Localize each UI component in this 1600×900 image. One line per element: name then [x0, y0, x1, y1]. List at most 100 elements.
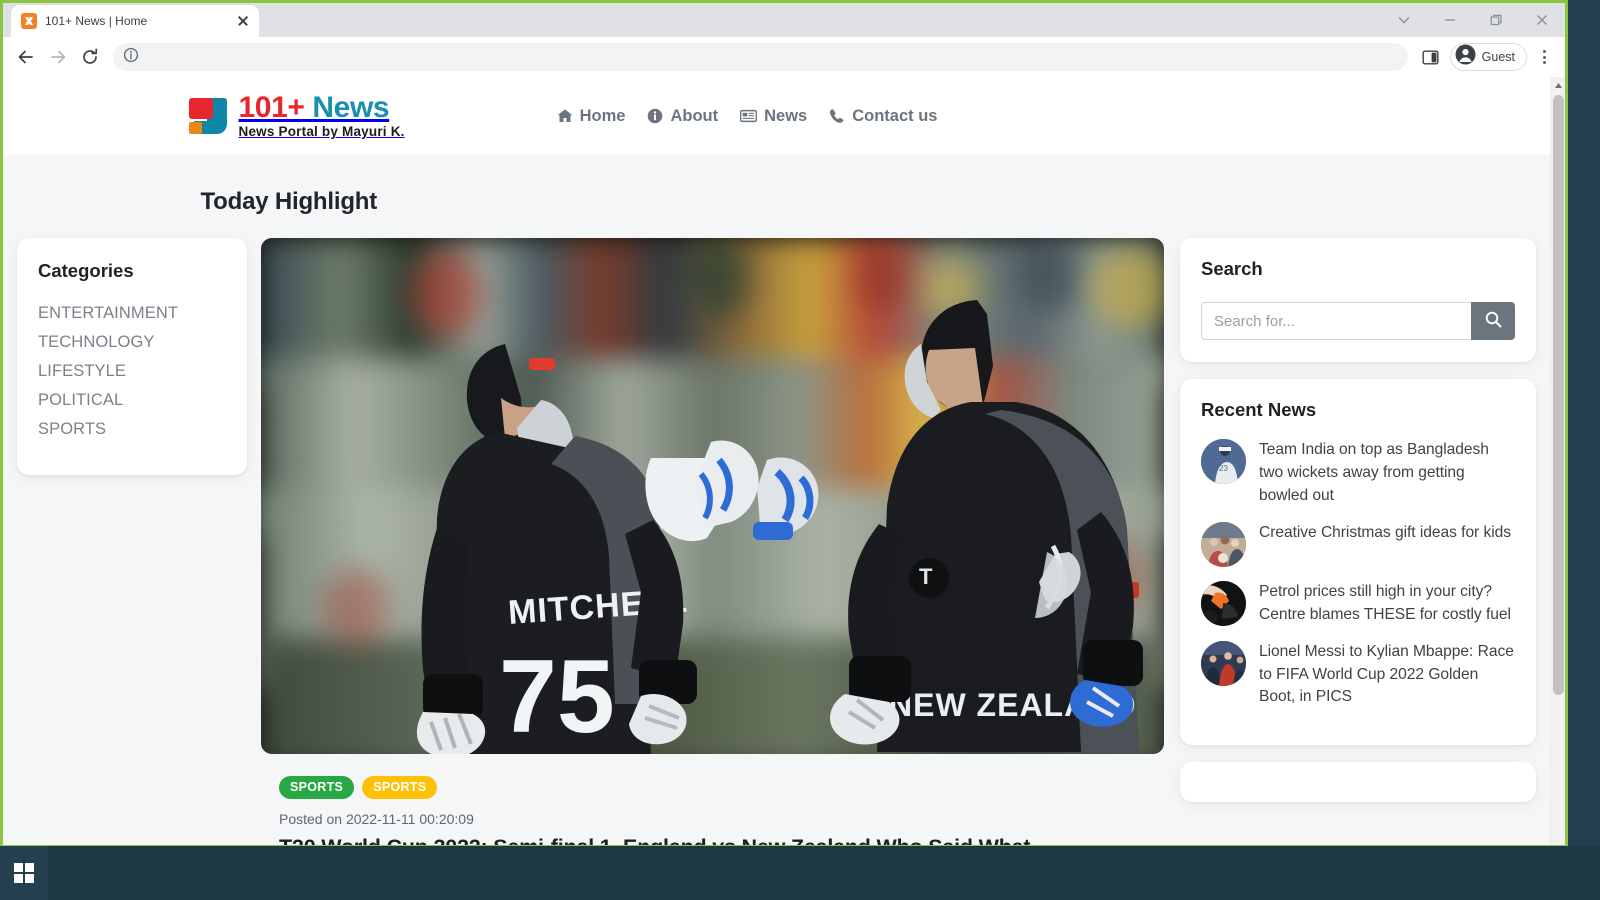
recent-news-headline: Lionel Messi to Kylian Mbappe: Race to F… — [1259, 642, 1514, 706]
search-title: Search — [1201, 258, 1263, 279]
recent-news-card: Recent News 23 Team India on top as Bang… — [1180, 379, 1536, 746]
site-logo[interactable]: 101+ News News Portal by Mayuri K. — [187, 90, 405, 140]
right-sidebar: Search Search for... Recent News 23 Team… — [1180, 238, 1536, 803]
nav-label-news: News — [764, 106, 808, 125]
svg-text:23: 23 — [1219, 464, 1228, 473]
logo-mark-icon — [187, 96, 230, 137]
categories-title: Categories — [38, 260, 134, 281]
xampp-favicon — [21, 13, 37, 29]
search-card: Search — [1180, 238, 1536, 362]
nav-item-about[interactable]: About — [647, 107, 718, 126]
gloves-fistbump — [645, 440, 819, 542]
status-badge[interactable]: SPORTS — [362, 776, 438, 799]
maximize-icon[interactable] — [1473, 3, 1519, 37]
site-header: 101+ News News Portal by Mayuri K. Home … — [3, 77, 1550, 155]
avatar: 23 — [1201, 439, 1246, 484]
list-item[interactable]: Lionel Messi to Kylian Mbappe: Race to F… — [1201, 640, 1515, 710]
info-circle-icon — [647, 108, 663, 124]
svg-text:T: T — [919, 564, 933, 589]
profile-button[interactable]: Guest — [1449, 43, 1527, 71]
browser-window: 101+ News | Home Guest 101+ News News Po… — [0, 0, 1568, 848]
page-body: Today Highlight Categories ENTERTAINMENT… — [3, 155, 1550, 845]
sidebar-item-political[interactable]: POLITICAL — [38, 391, 123, 409]
minimize-icon[interactable] — [1427, 3, 1473, 37]
search-button[interactable] — [1471, 302, 1515, 340]
nav-item-home[interactable]: Home — [557, 106, 626, 126]
batsman-right-figure: T NEW ZEALAND — [830, 300, 1143, 752]
phone-icon — [829, 108, 845, 124]
recent-news-headline: Team India on top as Bangladesh two wick… — [1259, 441, 1489, 504]
nav-item-contact[interactable]: Contact us — [829, 107, 937, 126]
article-posted-date: Posted on 2022-11-11 00:20:09 — [279, 811, 474, 827]
article-meta: SPORTS SPORTS Posted on 2022-11-11 00:20… — [261, 754, 1164, 845]
category-list: ENTERTAINMENT TECHNOLOGY LIFESTYLE POLIT… — [38, 304, 226, 439]
start-button[interactable] — [0, 846, 48, 900]
desktop: 101+ News | Home Guest 101+ News News Po… — [0, 0, 1600, 900]
sidebar-item-sports[interactable]: SPORTS — [38, 420, 106, 438]
categories-card: Categories ENTERTAINMENT TECHNOLOGY LIFE… — [17, 238, 247, 475]
back-icon[interactable] — [11, 42, 41, 72]
sidebar-item-lifestyle[interactable]: LIFESTYLE — [38, 362, 126, 380]
page-scrollbar[interactable] — [1550, 77, 1565, 845]
browser-toolbar: Guest — [3, 37, 1565, 77]
web-page: 101+ News News Portal by Mayuri K. Home … — [3, 77, 1550, 845]
avatar — [1201, 580, 1246, 626]
tab-title: 101+ News | Home — [45, 14, 148, 28]
scroll-up-icon[interactable] — [1551, 77, 1565, 93]
search-input[interactable] — [1201, 302, 1471, 340]
side-panel-icon[interactable] — [1416, 42, 1446, 72]
main-navigation: Home About News Contact us — [557, 106, 937, 126]
newspaper-icon — [740, 108, 758, 124]
window-controls — [1381, 3, 1565, 37]
page-viewport: 101+ News News Portal by Mayuri K. Home … — [3, 77, 1565, 845]
nav-item-news[interactable]: News — [740, 107, 807, 126]
list-item[interactable]: Creative Christmas gift ideas for kids — [1201, 521, 1515, 567]
profile-label: Guest — [1481, 50, 1515, 64]
main-content: MITCHELL 75 T NEW ZEALAND SPORTS SPORTS … — [261, 238, 1164, 845]
browser-menu-icon[interactable] — [1531, 42, 1557, 72]
list-item[interactable]: Petrol prices still high in your city? C… — [1201, 580, 1515, 627]
home-icon — [557, 108, 573, 124]
taskbar — [0, 846, 1600, 900]
nav-label-home: Home — [579, 106, 626, 125]
article-hero-image[interactable]: MITCHELL 75 T NEW ZEALAND — [261, 238, 1164, 754]
list-item[interactable]: POLITICAL — [38, 391, 226, 410]
avatar — [1455, 44, 1476, 70]
recent-news-headline: Petrol prices still high in your city? C… — [1259, 582, 1511, 623]
recent-news-headline: Creative Christmas gift ideas for kids — [1259, 523, 1512, 541]
site-info-icon[interactable] — [123, 47, 139, 68]
article-title[interactable]: T20 World Cup 2022: Semi-final 1, Englan… — [279, 835, 1144, 845]
tab-search-icon[interactable] — [1381, 3, 1427, 37]
left-sidebar: Categories ENTERTAINMENT TECHNOLOGY LIFE… — [17, 238, 247, 475]
list-item[interactable]: SPORTS — [38, 420, 226, 439]
scrollbar-thumb[interactable] — [1553, 95, 1564, 695]
logo-tagline: News Portal by Mayuri K. — [238, 124, 405, 140]
avatar — [1201, 521, 1246, 567]
status-badge[interactable]: SPORTS — [279, 776, 355, 799]
forward-icon[interactable] — [43, 42, 73, 72]
list-item[interactable]: LIFESTYLE — [38, 362, 226, 381]
tab-strip: 101+ News | Home — [3, 3, 1565, 37]
reload-icon[interactable] — [75, 42, 105, 72]
next-sidebar-card — [1180, 762, 1536, 803]
list-item[interactable]: ENTERTAINMENT — [38, 304, 226, 323]
address-bar[interactable] — [113, 43, 1408, 71]
content-columns: Categories ENTERTAINMENT TECHNOLOGY LIFE… — [3, 238, 1550, 845]
list-item[interactable]: TECHNOLOGY — [38, 333, 226, 352]
search-form — [1201, 302, 1515, 340]
close-icon[interactable] — [235, 13, 251, 29]
list-item[interactable]: 23 Team India on top as Bangladesh two w… — [1201, 439, 1515, 508]
nav-label-contact: Contact us — [852, 106, 938, 125]
page-title: Today Highlight — [200, 188, 378, 215]
logo-text-primary: 101+ — [238, 90, 305, 124]
close-window-icon[interactable] — [1519, 3, 1565, 37]
recent-news-title: Recent News — [1201, 399, 1317, 420]
logo-text-secondary: News — [312, 90, 390, 124]
svg-text:75: 75 — [499, 639, 615, 754]
browser-tab[interactable]: 101+ News | Home — [11, 5, 259, 37]
sidebar-item-technology[interactable]: TECHNOLOGY — [38, 333, 155, 351]
windows-icon — [14, 863, 34, 883]
nav-label-about: About — [670, 106, 719, 125]
sidebar-item-entertainment[interactable]: ENTERTAINMENT — [38, 304, 178, 322]
highlight-article: MITCHELL 75 T NEW ZEALAND SPORTS SPORTS … — [261, 238, 1164, 845]
